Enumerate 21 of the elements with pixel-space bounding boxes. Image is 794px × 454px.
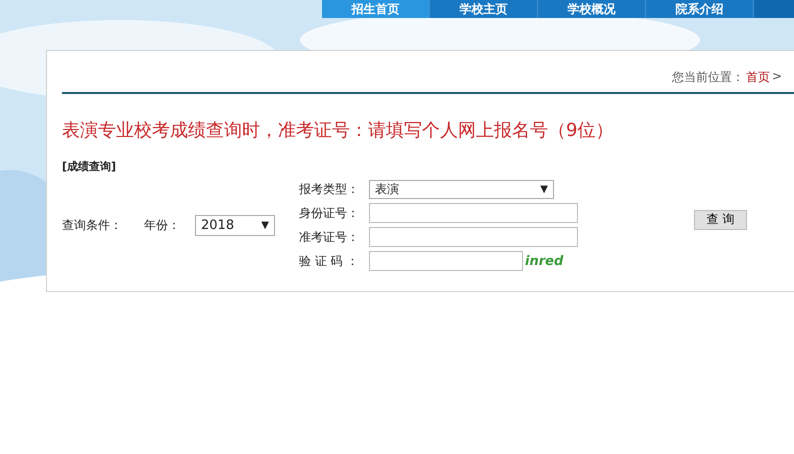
home-link[interactable]: 首页	[746, 69, 770, 86]
nav-tab[interactable]: 学校概况	[538, 0, 646, 18]
year-label: 年份：	[144, 217, 180, 234]
ticket-input-field[interactable]	[369, 227, 578, 247]
captcha-image: inred	[525, 254, 564, 268]
id-label: 身份证号：	[299, 204, 360, 222]
breadcrumb-separator: >	[772, 69, 782, 85]
captcha-input-field[interactable]	[369, 251, 523, 271]
captcha-label: 验 证 码 ：	[299, 252, 360, 270]
query-button[interactable]: 查 询	[694, 210, 747, 230]
notice-text: 表演专业校考成绩查询时，准考证号：请填写个人网上报名号（9位）	[62, 119, 614, 142]
section-title: [成绩查询]	[62, 159, 118, 174]
nav-tab[interactable]: 学校主页	[430, 0, 538, 18]
id-input-field[interactable]	[369, 203, 578, 223]
ticket-label: 准考证号：	[299, 228, 360, 246]
criteria-label: 查询条件：	[62, 217, 122, 234]
type-label: 报考类型：	[299, 181, 360, 198]
nav-tab[interactable]: 院系介绍	[646, 0, 754, 18]
year-select[interactable]: 2018 ▼	[195, 215, 275, 236]
breadcrumb-label: 您当前位置：	[672, 69, 744, 86]
type-select[interactable]: 表演 ▼	[369, 180, 554, 199]
